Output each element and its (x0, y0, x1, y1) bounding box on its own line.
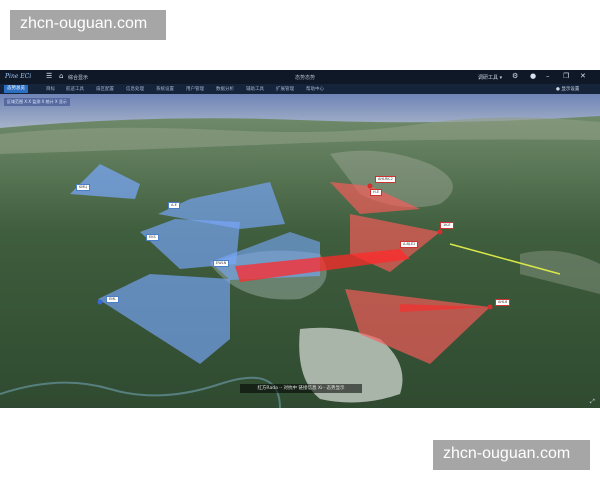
menu-item-4[interactable]: 信息处理 (126, 86, 144, 92)
titlebar: Pine ECi ☰ ⌂ 综合显示 态势态势 调研工具 ▾ ⚙ ● – ❐ ✕ (0, 70, 600, 84)
settings-icon[interactable]: ⚙ (512, 72, 518, 80)
watermark-bottom: zhcn-ouguan.com (433, 440, 590, 470)
minimize-icon[interactable]: – (546, 72, 550, 80)
menu-icon[interactable]: ☰ (46, 72, 52, 80)
menu-item-0[interactable]: 态势总览 (4, 85, 28, 93)
menu-item-3[interactable]: 扇区配置 (96, 86, 114, 92)
red-unit-tag[interactable]: AHLRK-2 (375, 176, 396, 183)
blue-unit-tag[interactable]: A-E (168, 202, 180, 209)
caption: 红方Rada ·· 对抗中 链接信息 Xi·· 态势显示 (240, 384, 362, 393)
user-menu[interactable]: 调研工具 ▾ (478, 74, 502, 81)
menu-item-7[interactable]: 数据分析 (216, 86, 234, 92)
menu-item-5[interactable]: 系统设置 (156, 86, 174, 92)
blue-unit-tag[interactable]: EKS (146, 234, 159, 241)
menu-item-10[interactable]: 帮助中心 (306, 86, 324, 92)
menu-item-6[interactable]: 用户管理 (186, 86, 204, 92)
red-unit-marker[interactable] (437, 229, 443, 235)
blue-unit-tag[interactable]: KMLJ (76, 184, 91, 191)
map-view[interactable]: KMLJ A-E EKS EWLN EML 1K-E AHLRK-2 H-E A… (0, 94, 600, 408)
red-unit-tag[interactable]: A-BJ-E2 (400, 241, 419, 248)
app-logo: Pine ECi (5, 73, 32, 80)
blue-unit-tag[interactable]: EML (106, 296, 120, 303)
page-title: 态势态势 (295, 75, 316, 81)
red-unit-marker[interactable] (367, 183, 373, 189)
close-icon[interactable]: ✕ (580, 72, 586, 80)
blue-unit-tag[interactable]: EWLN (213, 260, 230, 267)
home-label[interactable]: 综合显示 (68, 74, 88, 81)
page: zhcn-ouguan.com Pine ECi ☰ ⌂ 综合显示 态势态势 调… (0, 0, 600, 480)
watermark-top: zhcn-ouguan.com (10, 10, 166, 40)
blue-unit-marker[interactable] (97, 299, 103, 305)
home-icon[interactable]: ⌂ (59, 72, 63, 80)
overlay-label: 区域范围 X:X 监测 X 统计 X 显示 (4, 98, 70, 106)
red-unit-tag[interactable]: AHL6 (495, 299, 511, 306)
display-settings-button[interactable]: ● 显示设置 (556, 86, 579, 92)
user-icon[interactable]: ● (530, 72, 536, 80)
menu-item-1[interactable]: 目标 (46, 86, 55, 92)
menu-item-2[interactable]: 航迹工具 (66, 86, 84, 92)
menu-item-8[interactable]: 辅助工具 (246, 86, 264, 92)
restore-icon[interactable]: ❐ (563, 72, 569, 80)
menu-item-9[interactable]: 扩展管理 (276, 86, 294, 92)
red-unit-marker[interactable] (487, 304, 493, 310)
red-unit-tag[interactable]: 1K-E (440, 222, 454, 229)
map-canvas[interactable] (0, 94, 600, 408)
app-window: Pine ECi ☰ ⌂ 综合显示 态势态势 调研工具 ▾ ⚙ ● – ❐ ✕ … (0, 70, 600, 408)
red-unit-tag[interactable]: H-E (370, 189, 383, 196)
expand-icon[interactable]: ⤢ (590, 398, 595, 406)
menubar: 态势总览 目标 航迹工具 扇区配置 信息处理 系统设置 用户管理 数据分析 辅助… (0, 84, 600, 94)
